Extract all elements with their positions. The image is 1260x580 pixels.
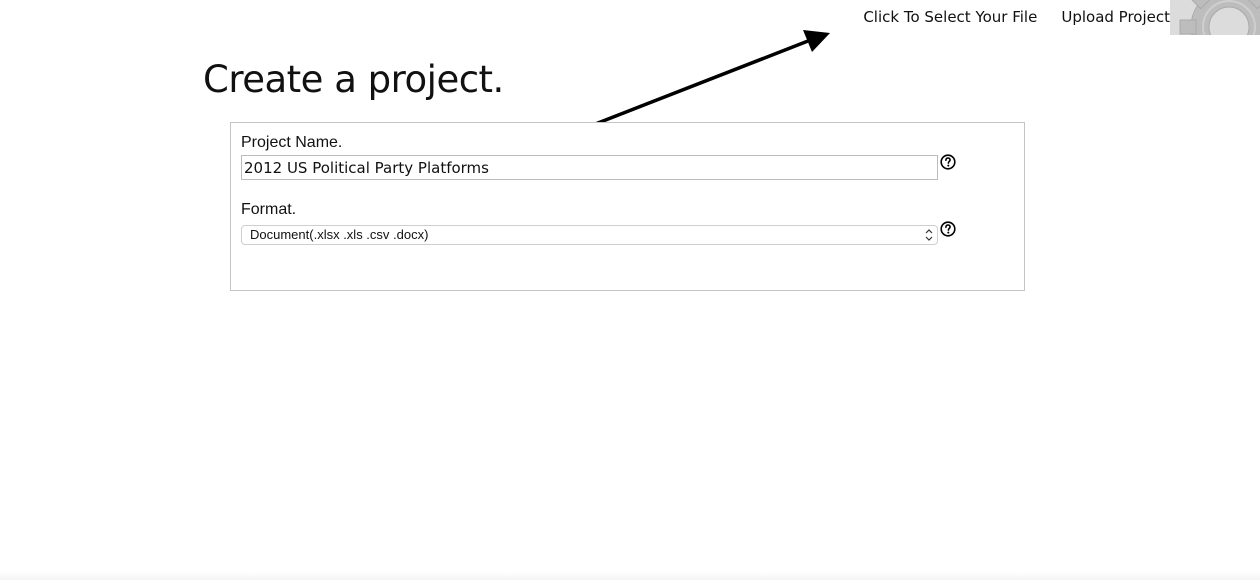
format-label: Format.	[241, 201, 297, 218]
top-nav: Click To Select Your File Upload Project	[839, 0, 1170, 34]
create-project-form: Project Name. Format. Document(.xlsx .xl…	[230, 122, 1025, 291]
bottom-edge	[0, 572, 1260, 580]
page-title: Create a project.	[203, 58, 504, 101]
project-name-input[interactable]	[241, 155, 938, 180]
format-select[interactable]: Document(.xlsx .xls .csv .docx)	[241, 225, 938, 245]
page: Click To Select Your File Upload Project…	[0, 0, 1260, 580]
upload-project-link[interactable]: Upload Project	[1061, 8, 1170, 26]
select-chevron-icon	[925, 229, 933, 241]
select-file-link[interactable]: Click To Select Your File	[863, 8, 1037, 26]
gear-icon	[1179, 0, 1260, 35]
question-circle-icon[interactable]	[940, 221, 956, 237]
format-selected-value: Document(.xlsx .xls .csv .docx)	[250, 227, 429, 242]
settings-button[interactable]	[1170, 0, 1260, 35]
project-name-label: Project Name.	[241, 134, 343, 151]
question-circle-icon[interactable]	[940, 154, 956, 170]
